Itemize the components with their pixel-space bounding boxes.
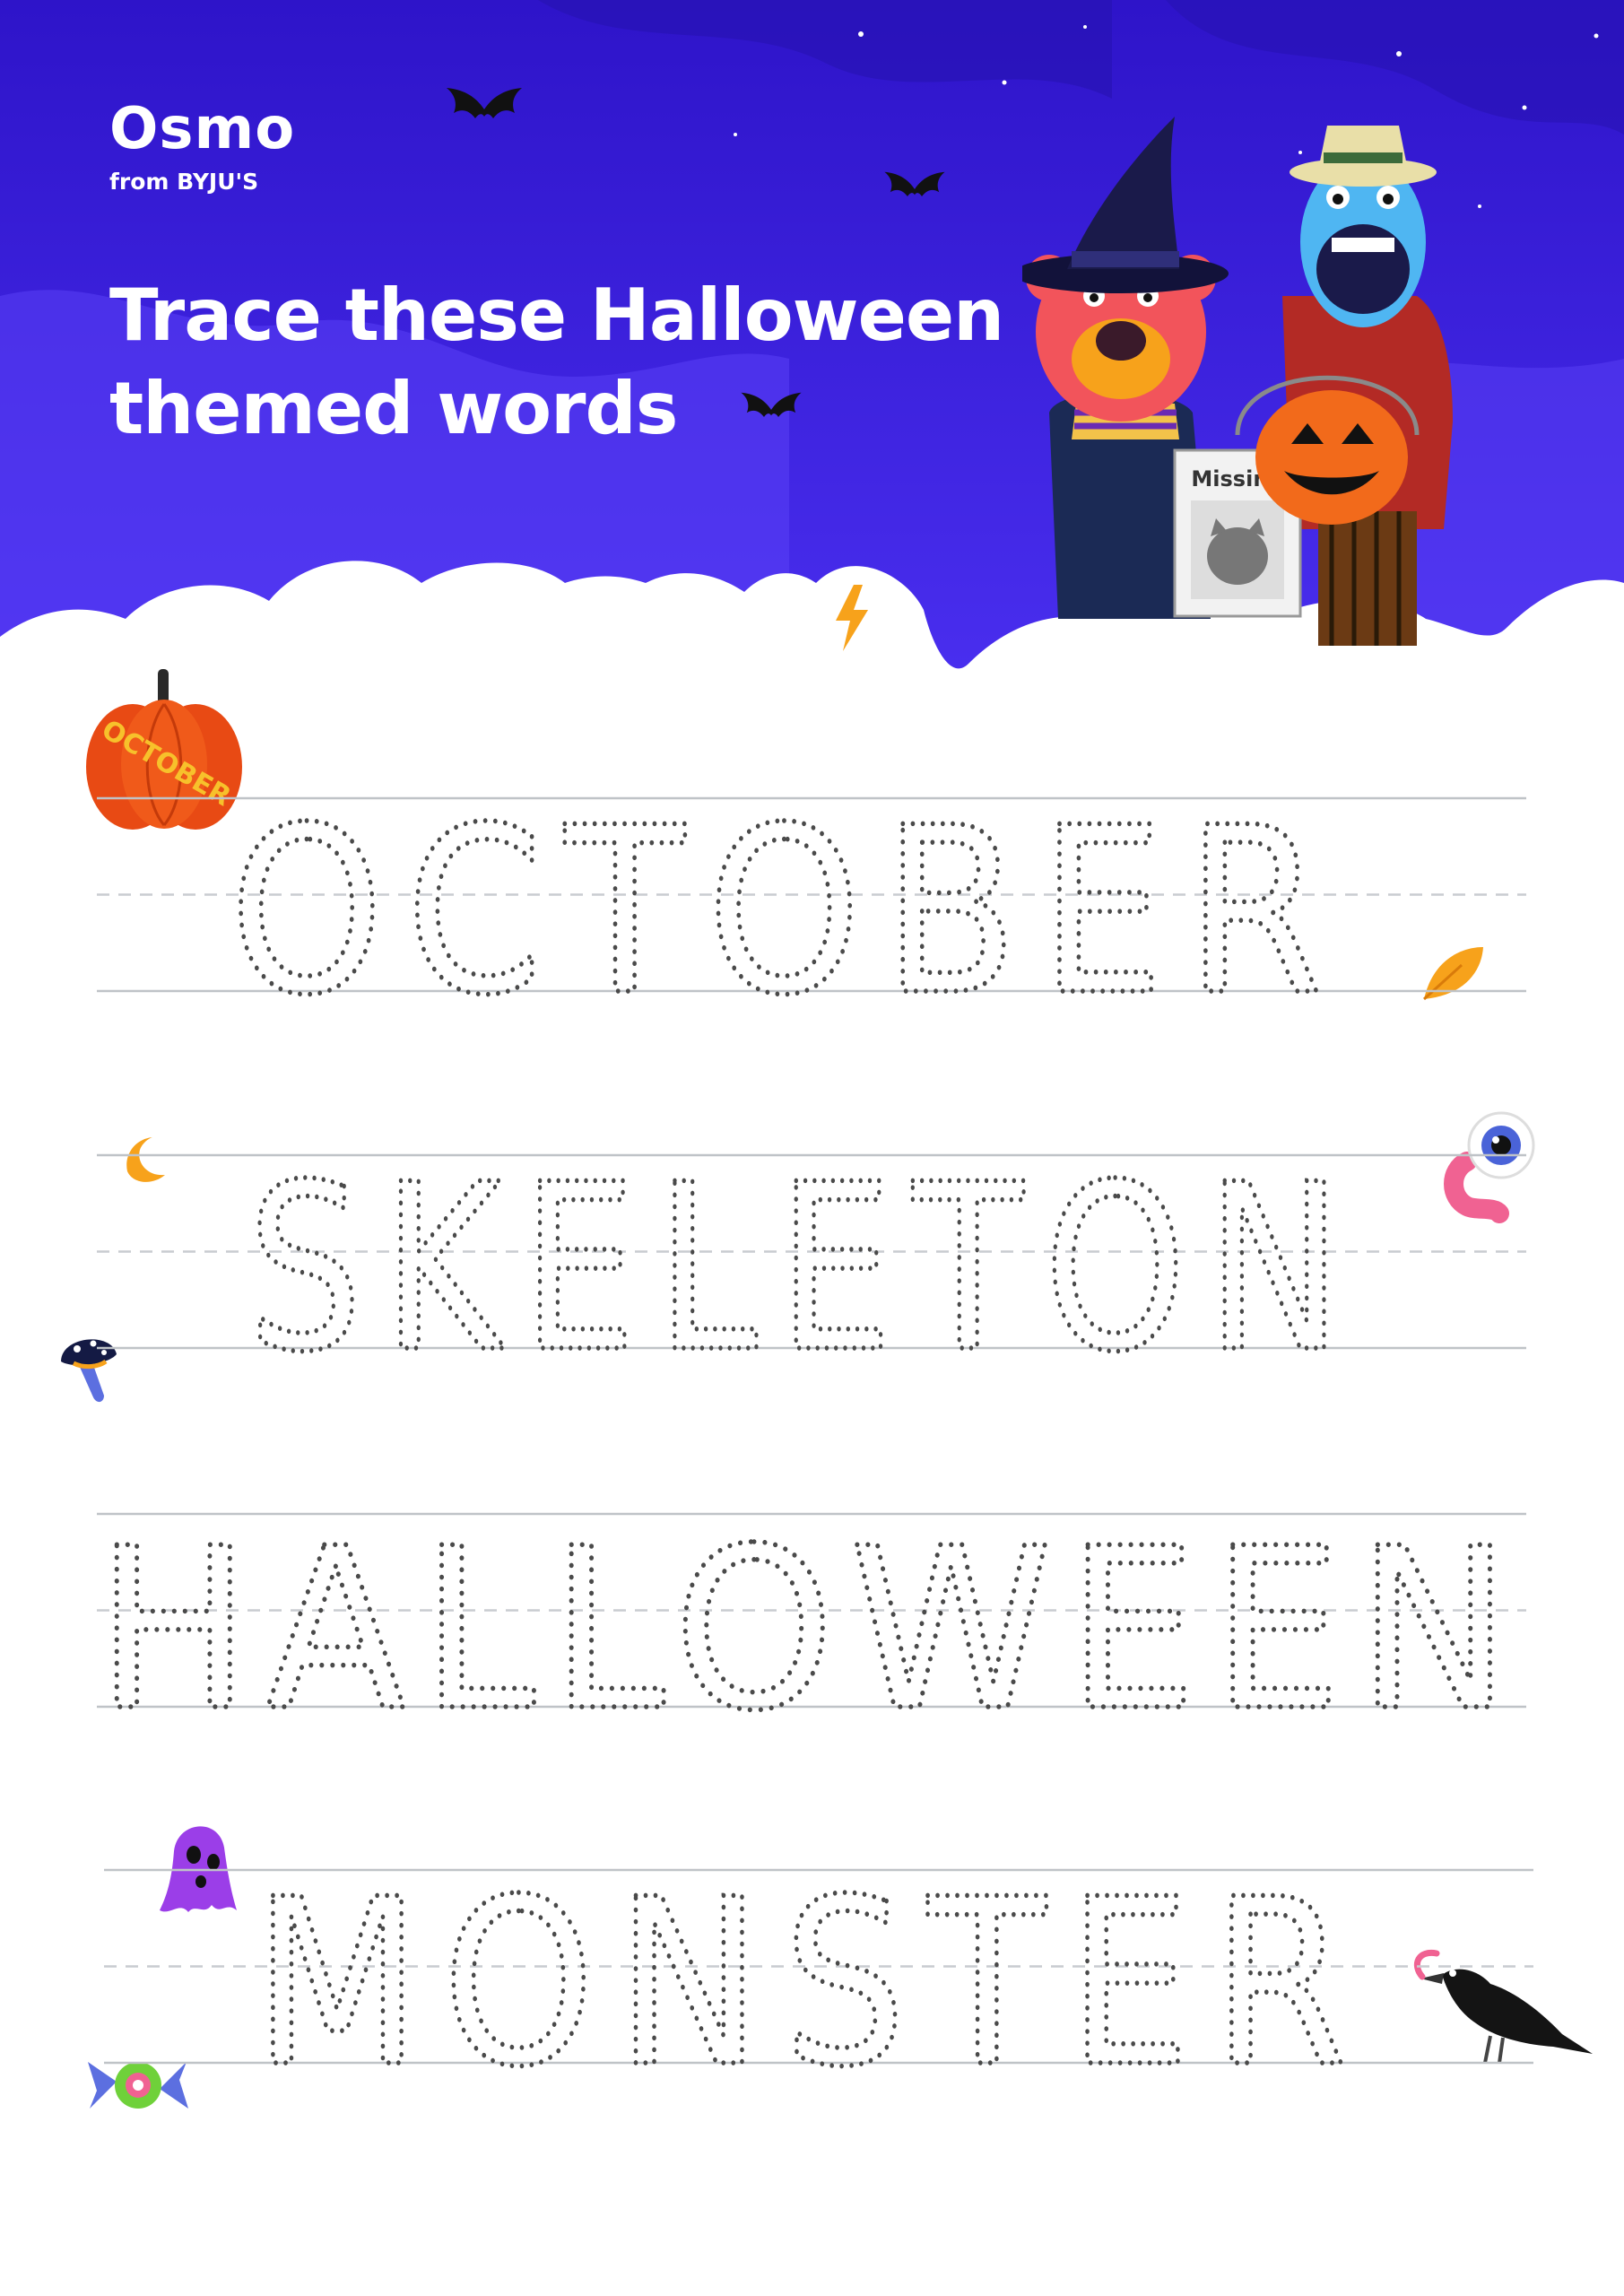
- trace-word: OCTOBER: [230, 778, 1344, 1046]
- trace-word: HALLOWEEN: [97, 1501, 1526, 1760]
- tracing-row: MONSTER: [104, 1848, 1533, 2120]
- trace-word: SKELETON: [248, 1135, 1362, 1403]
- tracing-row: OCTOBER: [97, 776, 1526, 1048]
- tracing-row: HALLOWEEN: [94, 1499, 1526, 1762]
- trace-word: MONSTER: [254, 1850, 1368, 2118]
- tracing-area: OCTOBER SKELETON HALLOWEEN MONSTER: [94, 776, 1533, 2120]
- tracing-row: SKELETON: [97, 1133, 1526, 1405]
